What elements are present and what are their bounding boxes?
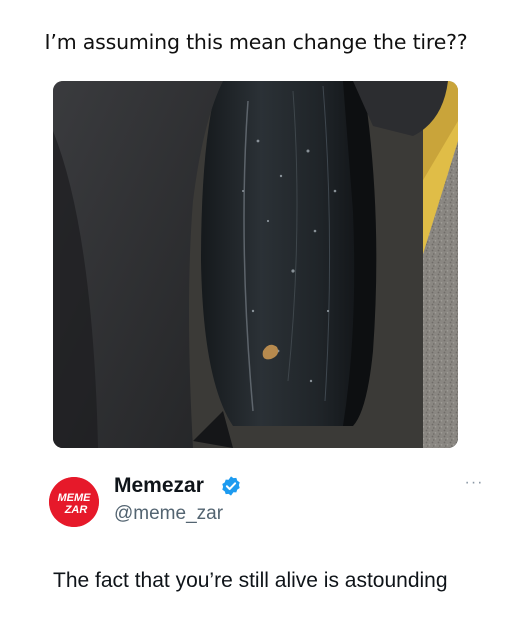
post-text: The fact that you’re still alive is asto…: [53, 569, 448, 592]
more-options-icon[interactable]: ···: [462, 475, 486, 491]
avatar-logo-text-bottom: ZAR: [64, 504, 88, 516]
verified-badge-icon: [222, 476, 240, 496]
user-handle[interactable]: @meme_zar: [114, 503, 223, 525]
avatar-logo-text-top: MEME: [58, 492, 92, 504]
avatar[interactable]: MEME ZAR: [49, 477, 99, 527]
bald-tire-photo: [53, 81, 458, 448]
post-header: MEME ZAR Memezar @meme_zar ···: [40, 470, 482, 530]
meme-caption: I’m assuming this mean change the tire??: [44, 30, 468, 54]
display-name[interactable]: Memezar: [114, 474, 204, 498]
